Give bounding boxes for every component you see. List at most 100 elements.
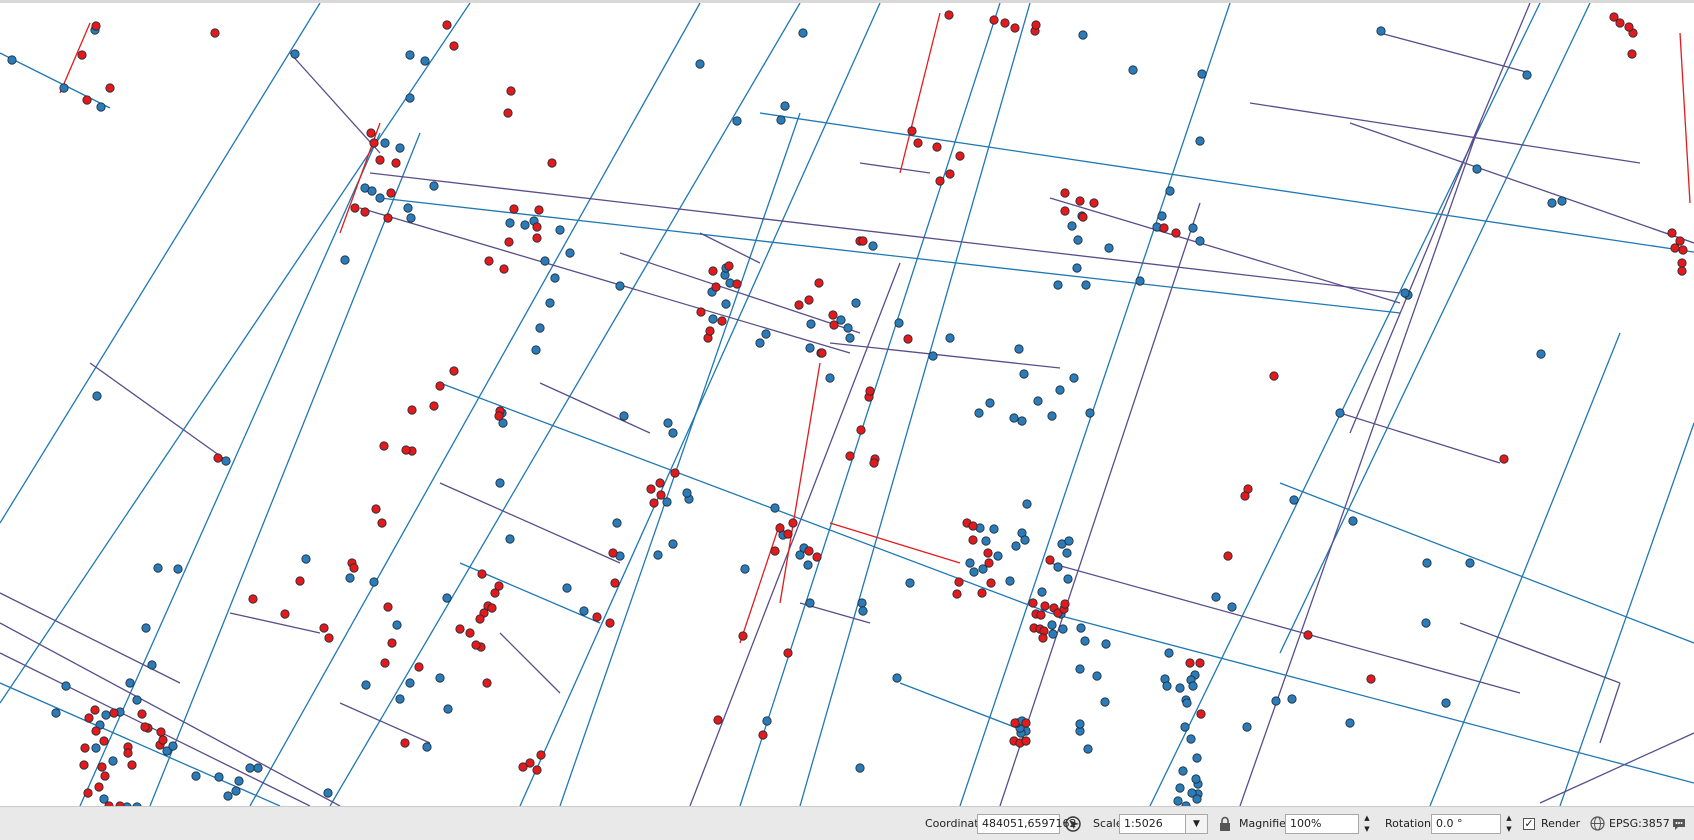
road-segment <box>1149 3 1541 806</box>
blue-node <box>1081 280 1091 290</box>
red-node <box>1366 674 1376 684</box>
blue-node <box>301 554 311 564</box>
road-segment <box>899 682 1031 734</box>
red-node <box>91 726 101 736</box>
blue-node <box>395 694 405 704</box>
red-node <box>140 722 150 732</box>
red-node <box>82 95 92 105</box>
blue-node <box>1005 576 1015 586</box>
red-node <box>989 15 999 25</box>
red-node <box>371 504 381 514</box>
blue-node <box>61 681 71 691</box>
rotation-spinbox[interactable]: 0.0 ° ▲ ▼ <box>1431 807 1515 840</box>
blue-node <box>550 273 560 283</box>
blue-node <box>406 213 416 223</box>
blue-node <box>442 593 452 603</box>
blue-node <box>435 673 445 683</box>
blue-node <box>168 741 178 751</box>
road-segment <box>0 3 321 524</box>
crs-label[interactable]: EPSG:3857 <box>1609 807 1670 840</box>
red-node <box>1060 206 1070 216</box>
blue-node <box>1441 698 1451 708</box>
red-node <box>442 20 452 30</box>
scale-combobox[interactable]: 1:5026 ▼ <box>1119 807 1208 840</box>
red-node <box>387 638 397 648</box>
blue-node <box>845 333 855 343</box>
blue-node <box>858 606 868 616</box>
red-node <box>783 648 793 658</box>
status-bar: Coordinate 484051,6597162 Scale 1:5026 ▼… <box>0 806 1694 840</box>
scale-field[interactable]: 1:5026 <box>1119 813 1186 834</box>
mouse-pointer-toggle-icon[interactable] <box>1064 807 1082 840</box>
blue-node <box>1085 408 1095 418</box>
red-node <box>770 546 780 556</box>
blue-node <box>141 623 151 633</box>
coordinate-field[interactable]: 484051,6597162 <box>977 813 1076 834</box>
red-node <box>475 614 485 624</box>
blue-node <box>1345 718 1355 728</box>
blue-node <box>520 220 530 230</box>
blue-node <box>1178 766 1188 776</box>
blue-node <box>981 536 991 546</box>
blue-node <box>1022 499 1032 509</box>
red-node <box>504 237 514 247</box>
road-network-map[interactable] <box>0 3 1694 806</box>
blue-node <box>855 763 865 773</box>
blue-node <box>1421 618 1431 628</box>
red-node <box>1269 371 1279 381</box>
red-node <box>903 334 913 344</box>
blue-node <box>663 418 673 428</box>
blue-node <box>345 573 355 583</box>
blue-node <box>1072 263 1082 273</box>
globe-icon[interactable] <box>1590 807 1605 840</box>
magnifier-spinbox[interactable]: 100% ▲ ▼ <box>1285 807 1373 840</box>
spin-arrows-icon[interactable]: ▲ ▼ <box>1503 814 1515 834</box>
blue-node <box>843 323 853 333</box>
red-node <box>858 236 868 246</box>
red-node <box>865 386 875 396</box>
blue-node <box>1053 562 1063 572</box>
red-node <box>518 762 528 772</box>
red-node <box>414 662 424 672</box>
blue-node <box>1080 636 1090 646</box>
red-node <box>817 348 827 358</box>
blue-node <box>51 708 61 718</box>
red-node <box>610 578 620 588</box>
magnifier-field[interactable]: 100% <box>1285 813 1359 834</box>
blue-node <box>780 101 790 111</box>
road-segment <box>1679 32 1691 204</box>
red-node <box>1678 245 1688 255</box>
blue-node <box>367 186 377 196</box>
blue-node <box>132 695 142 705</box>
blue-node <box>91 743 101 753</box>
blue-node <box>92 391 102 401</box>
blue-node <box>1557 196 1567 206</box>
red-node <box>1038 633 1048 643</box>
blue-node <box>892 673 902 683</box>
road-segment <box>829 522 961 564</box>
messages-icon[interactable] <box>1671 807 1687 840</box>
road-segment <box>1379 32 1531 74</box>
blue-node <box>245 763 255 773</box>
checkmark-icon[interactable]: ✓ <box>1523 817 1535 830</box>
blue-node <box>1037 587 1047 597</box>
red-node <box>1031 20 1041 30</box>
red-node <box>1021 736 1031 746</box>
red-node <box>248 594 258 604</box>
chevron-down-icon[interactable]: ▼ <box>1186 813 1208 834</box>
red-node <box>407 405 417 415</box>
red-node <box>80 743 90 753</box>
red-node <box>977 588 987 598</box>
map-canvas[interactable] <box>0 0 1694 806</box>
blue-node <box>708 314 718 324</box>
lock-icon[interactable] <box>1218 807 1232 840</box>
render-checkbox[interactable]: ✓ <box>1523 807 1535 840</box>
blue-node <box>253 763 263 773</box>
spin-arrows-icon[interactable]: ▲ ▼ <box>1361 814 1373 834</box>
red-node <box>1303 630 1313 640</box>
blue-node <box>1101 639 1111 649</box>
blue-node <box>405 678 415 688</box>
blue-node <box>1157 211 1167 221</box>
road-segment <box>559 112 801 806</box>
rotation-field[interactable]: 0.0 ° <box>1431 813 1501 834</box>
